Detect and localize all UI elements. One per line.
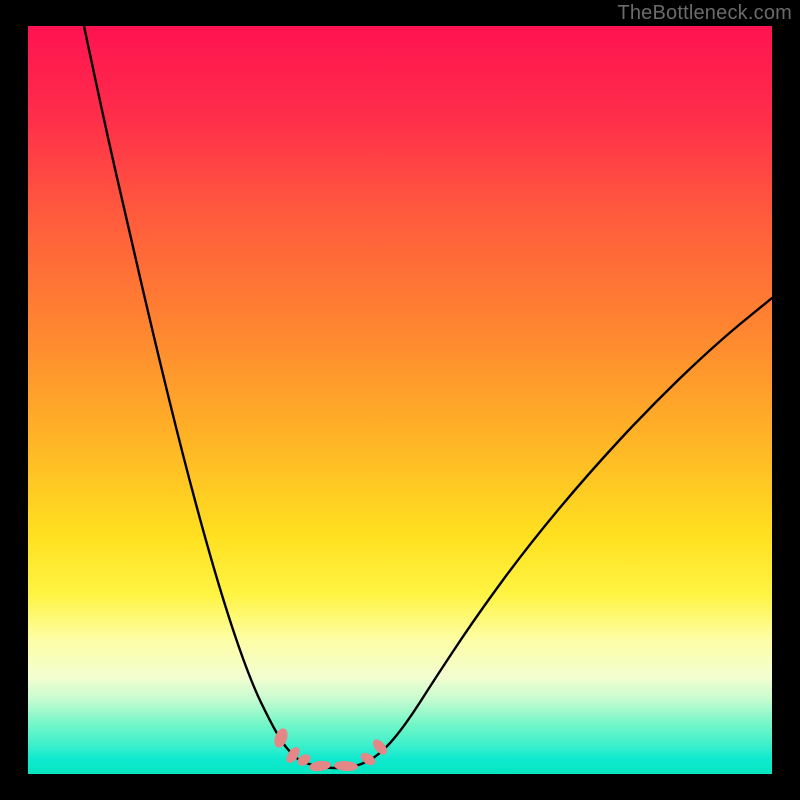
- bottom-marker-right: [334, 760, 359, 772]
- bottom-marker-left: [308, 760, 331, 773]
- plot-area: [28, 26, 772, 774]
- bottleneck-curve: [84, 26, 772, 768]
- curve-svg: [28, 26, 772, 774]
- watermark-text: TheBottleneck.com: [617, 2, 792, 25]
